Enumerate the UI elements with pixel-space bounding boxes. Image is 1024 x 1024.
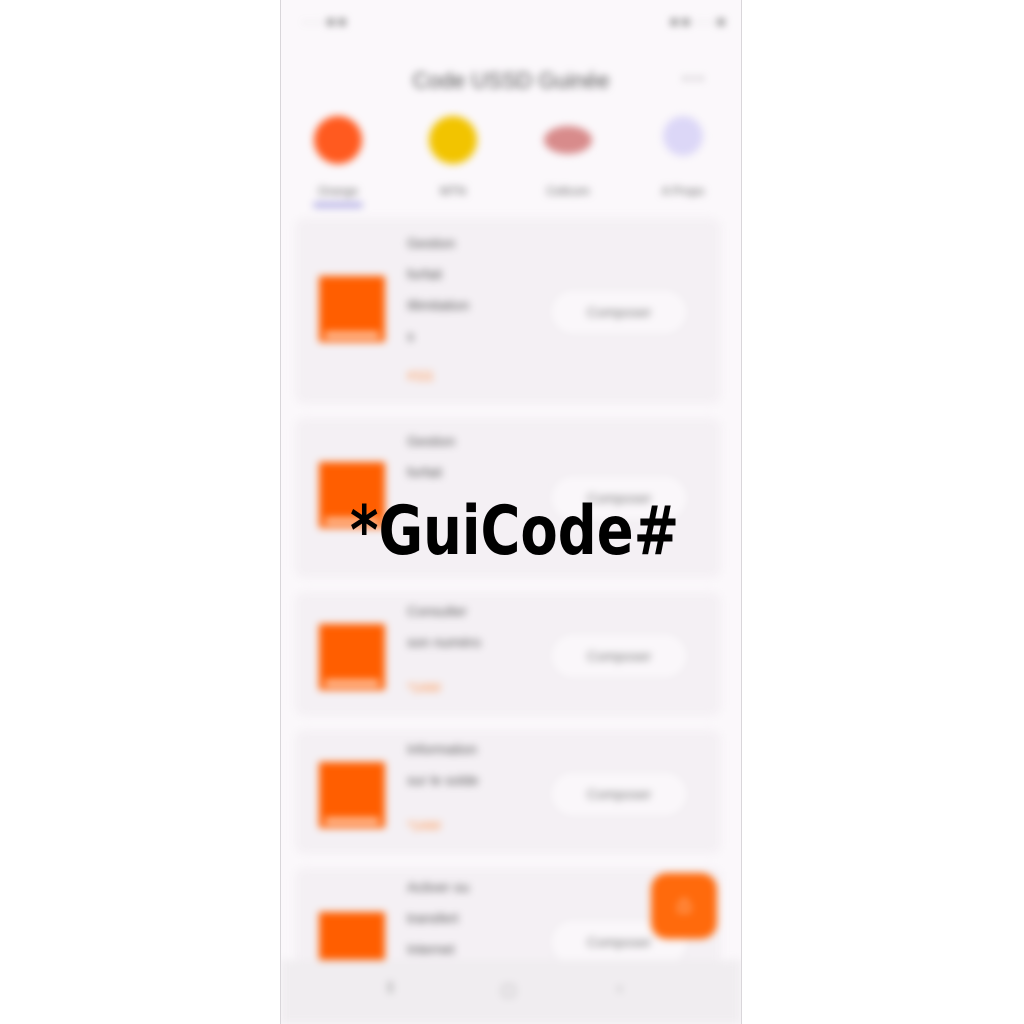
- more-icon[interactable]: ⋯: [681, 64, 705, 93]
- tab-label: A Propo: [661, 184, 705, 198]
- item-code: *144#: [407, 680, 441, 695]
- active-tab-indicator: [313, 202, 363, 208]
- watermark-text: *GuiCode#: [350, 492, 680, 571]
- orange-icon: [314, 116, 362, 164]
- item-code: #111: [407, 368, 434, 383]
- status-right: ■ ■ · · · ■: [670, 14, 725, 29]
- category-tabs: Orange MTN Cellcom A Propo: [281, 116, 741, 216]
- tab-label: MTN: [440, 184, 466, 198]
- top-app-bar: Code USSD Guinée ⋯: [281, 58, 741, 104]
- page-title: Code USSD Guinée: [412, 68, 610, 93]
- cellcom-icon: [544, 126, 592, 154]
- tab-label: Orange: [317, 184, 359, 198]
- list-item: Information sur le solde *144# Composer: [295, 730, 721, 854]
- tab-mtn[interactable]: MTN: [398, 116, 508, 198]
- item-name: Gestion forfait: [407, 433, 456, 480]
- orange-logo-icon: [319, 624, 385, 690]
- tab-a-propos[interactable]: A Propo: [628, 116, 738, 198]
- home-icon[interactable]: ▢: [501, 980, 516, 1000]
- fab-icon: ⌂: [676, 891, 692, 918]
- compose-button[interactable]: Composer: [549, 632, 689, 680]
- system-nav-bar: ‖ ▢ ‹: [281, 960, 741, 1024]
- info-icon: [663, 116, 703, 156]
- item-code: *144#: [407, 818, 441, 833]
- list-item: Consulter son numéro *144# Composer: [295, 592, 721, 716]
- status-left: · · · ■ ■: [303, 14, 347, 29]
- item-name: Information sur le solde: [407, 741, 479, 788]
- item-name: Gestion forfait Illimitation s: [407, 235, 470, 344]
- compose-button[interactable]: Composer: [549, 288, 689, 336]
- item-name: Activer ou transfert Internet: [407, 879, 470, 957]
- tab-orange[interactable]: Orange: [283, 116, 393, 208]
- tab-label: Cellcom: [546, 184, 590, 198]
- orange-logo-icon: [319, 276, 385, 342]
- floating-action-button[interactable]: ⌂: [651, 873, 717, 939]
- status-bar: · · · ■ ■ ■ ■ · · · ■: [281, 8, 741, 36]
- item-name: Consulter son numéro: [407, 603, 481, 650]
- recent-apps-icon[interactable]: ‖: [387, 980, 394, 998]
- tab-cellcom[interactable]: Cellcom: [513, 116, 623, 198]
- orange-logo-icon: [319, 762, 385, 828]
- compose-button[interactable]: Composer: [549, 770, 689, 818]
- mtn-icon: [429, 116, 477, 164]
- back-icon[interactable]: ‹: [617, 980, 622, 998]
- list-item: Gestion forfait Illimitation s #111 Comp…: [295, 218, 721, 404]
